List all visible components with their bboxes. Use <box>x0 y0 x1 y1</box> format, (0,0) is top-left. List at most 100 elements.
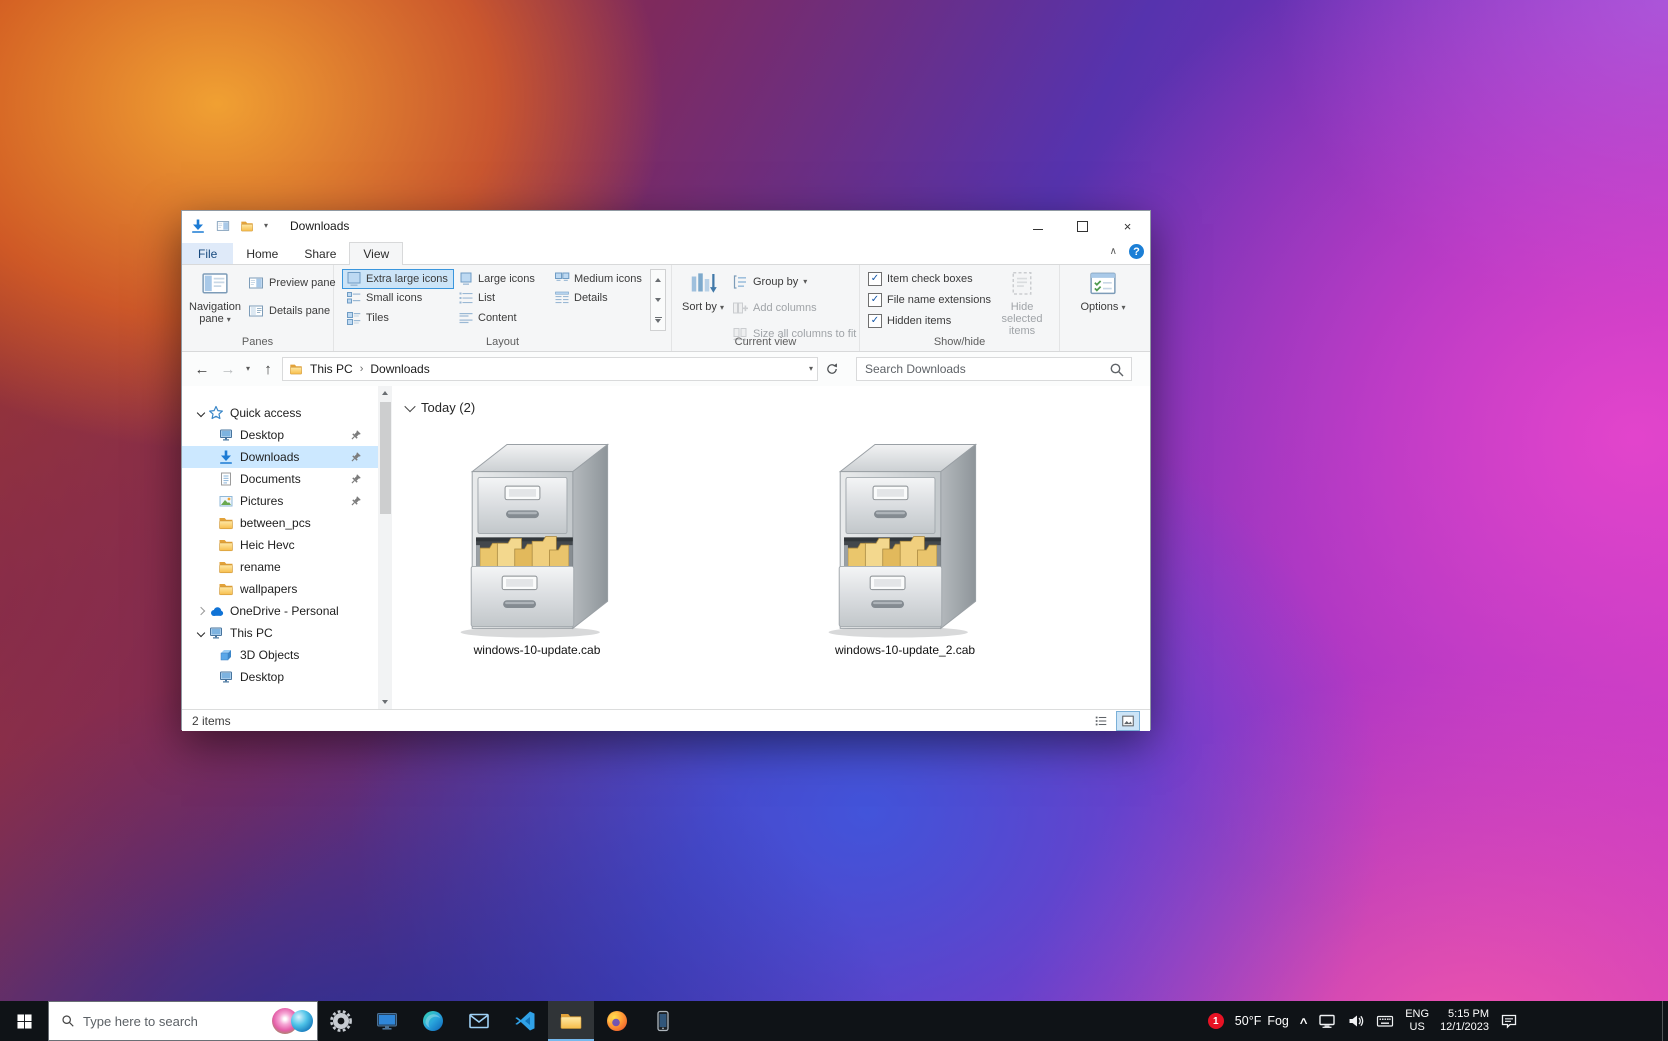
status-details-view-button[interactable] <box>1089 711 1113 731</box>
recent-locations-button[interactable]: ▾ <box>242 365 254 373</box>
tab-view[interactable]: View <box>349 242 403 265</box>
sort-by-button[interactable]: Sort by ▾ <box>680 269 726 313</box>
sidebar-item-3d-objects[interactable]: 3D Objects <box>182 644 378 666</box>
address-history-button[interactable]: ▾ <box>809 365 813 373</box>
sidebar-item-onedrive[interactable]: OneDrive - Personal <box>182 600 378 622</box>
add-columns-button[interactable]: Add columns <box>732 299 856 317</box>
breadcrumb-downloads[interactable]: Downloads <box>369 362 430 376</box>
tab-file[interactable]: File <box>182 243 233 264</box>
group-by-button[interactable]: Group by ▾ <box>732 273 856 291</box>
edge-icon <box>421 1009 445 1033</box>
taskbar-firefox-button[interactable] <box>594 1001 640 1041</box>
gallery-scroll-up-button[interactable] <box>651 270 665 290</box>
back-button[interactable]: ← <box>190 357 214 381</box>
hidden-items-checkbox[interactable]: ✓ Hidden items <box>868 314 991 328</box>
view-details[interactable]: Details <box>550 289 646 309</box>
preview-pane-button[interactable]: Preview pane <box>248 274 336 292</box>
item-check-boxes-checkbox[interactable]: ✓ Item check boxes <box>868 272 991 286</box>
chevron-expanded-icon[interactable] <box>194 406 208 420</box>
bing-sphere-icon[interactable] <box>291 1010 313 1032</box>
close-button[interactable]: × <box>1105 211 1150 241</box>
chevron-down-icon[interactable] <box>404 400 415 411</box>
volume-icon[interactable] <box>1347 1012 1365 1030</box>
view-content[interactable]: Content <box>454 308 550 328</box>
search-icon[interactable] <box>1109 362 1125 378</box>
taskbar-settings-button[interactable] <box>318 1001 364 1041</box>
view-list[interactable]: List <box>454 289 550 309</box>
collapse-ribbon-button[interactable]: ∧ <box>1110 246 1117 257</box>
view-small-icons[interactable]: Small icons <box>342 289 454 309</box>
taskbar-vscode-button[interactable] <box>502 1001 548 1041</box>
action-center-icon[interactable] <box>1500 1012 1518 1030</box>
sidebar-label: Heic Hevc <box>240 538 295 552</box>
chevron-expanded-icon[interactable] <box>194 626 208 640</box>
options-icon <box>1088 269 1118 299</box>
group-header-today[interactable]: Today (2) <box>406 400 1150 415</box>
navigation-pane-button[interactable]: Navigation pane ▾ <box>186 269 244 325</box>
scroll-up-button[interactable] <box>378 386 392 400</box>
taskbar-mail-button[interactable] <box>456 1001 502 1041</box>
file-name-extensions-checkbox[interactable]: ✓ File name extensions <box>868 293 991 307</box>
refresh-button[interactable] <box>820 357 844 381</box>
search-input[interactable] <box>857 358 1131 380</box>
qat-new-folder-button[interactable] <box>240 219 254 233</box>
options-button[interactable]: Options ▾ <box>1074 269 1132 313</box>
status-thumbnail-view-button[interactable] <box>1116 711 1140 731</box>
sidebar-item-heic-hevc[interactable]: Heic Hevc <box>182 534 378 556</box>
qat-customize-button[interactable]: ▾ <box>264 222 268 230</box>
file-windows-10-update[interactable]: windows-10-update.cab <box>411 431 663 657</box>
ribbon-group-current-view: Sort by ▾ Group by ▾ Add columns Size al… <box>672 265 860 351</box>
sidebar-item-this-pc[interactable]: This PC <box>182 622 378 644</box>
sidebar-item-this-pc-desktop[interactable]: Desktop <box>182 666 378 688</box>
sidebar-item-quick-access[interactable]: Quick access <box>182 402 378 424</box>
taskbar-search[interactable]: Type here to search <box>48 1001 318 1041</box>
sidebar-item-desktop[interactable]: Desktop <box>182 424 378 446</box>
address-bar[interactable]: This PC › Downloads ▾ <box>282 357 818 381</box>
scrollbar-thumb[interactable] <box>380 402 391 514</box>
file-windows-10-update-2[interactable]: windows-10-update_2.cab <box>779 431 1031 657</box>
gallery-more-button[interactable] <box>651 310 665 330</box>
sidebar-scrollbar[interactable] <box>378 386 392 709</box>
status-bar: 2 items <box>182 709 1150 731</box>
tab-home[interactable]: Home <box>233 243 291 264</box>
tray-overflow-button[interactable]: ∧ <box>1298 1016 1309 1027</box>
sidebar-item-documents[interactable]: Documents <box>182 468 378 490</box>
tab-share[interactable]: Share <box>291 243 349 264</box>
clock[interactable]: 5:15 PM 12/1/2023 <box>1440 1008 1489 1034</box>
taskbar-monitor-app-button[interactable] <box>364 1001 410 1041</box>
gallery-scroll-down-button[interactable] <box>651 290 665 310</box>
hide-selected-items-button[interactable]: Hide selected items <box>990 269 1054 337</box>
show-desktop-button[interactable] <box>1662 1001 1668 1041</box>
sidebar-item-rename[interactable]: rename <box>182 556 378 578</box>
language-indicator[interactable]: ENG US <box>1405 1008 1429 1034</box>
title-bar[interactable]: ▾ Downloads × <box>182 211 1150 241</box>
view-extra-large-icons[interactable]: Extra large icons <box>342 269 454 289</box>
qat-properties-button[interactable] <box>216 219 230 233</box>
scroll-down-button[interactable] <box>378 695 392 709</box>
start-button[interactable] <box>0 1001 48 1041</box>
taskbar-edge-button[interactable] <box>410 1001 456 1041</box>
maximize-button[interactable] <box>1060 211 1105 241</box>
folder-icon <box>218 515 234 531</box>
sidebar-item-wallpapers[interactable]: wallpapers <box>182 578 378 600</box>
forward-button[interactable]: → <box>216 357 240 381</box>
network-icon[interactable] <box>1318 1012 1336 1030</box>
sidebar-item-downloads[interactable]: Downloads <box>182 446 378 468</box>
show-hide-group-label: Show/hide <box>860 336 1059 348</box>
view-tiles[interactable]: Tiles <box>342 308 454 328</box>
taskbar-file-explorer-button[interactable] <box>548 1001 594 1041</box>
file-list-area[interactable]: Today (2) windows-10-update.cab windows-… <box>392 386 1150 709</box>
breadcrumb-this-pc[interactable]: This PC <box>309 362 354 376</box>
sidebar-item-between-pcs[interactable]: between_pcs <box>182 512 378 534</box>
help-button[interactable]: ? <box>1129 244 1144 259</box>
minimize-button[interactable] <box>1015 211 1060 241</box>
details-pane-button[interactable]: Details pane <box>248 302 336 320</box>
sidebar-item-pictures[interactable]: Pictures <box>182 490 378 512</box>
touch-keyboard-icon[interactable] <box>1376 1012 1394 1030</box>
chevron-collapsed-icon[interactable] <box>194 604 208 618</box>
up-button[interactable]: ↑ <box>256 357 280 381</box>
view-medium-icons[interactable]: Medium icons <box>550 269 646 289</box>
weather-widget[interactable]: 50°F Fog <box>1235 1014 1289 1028</box>
taskbar-your-phone-button[interactable] <box>640 1001 686 1041</box>
view-large-icons[interactable]: Large icons <box>454 269 550 289</box>
